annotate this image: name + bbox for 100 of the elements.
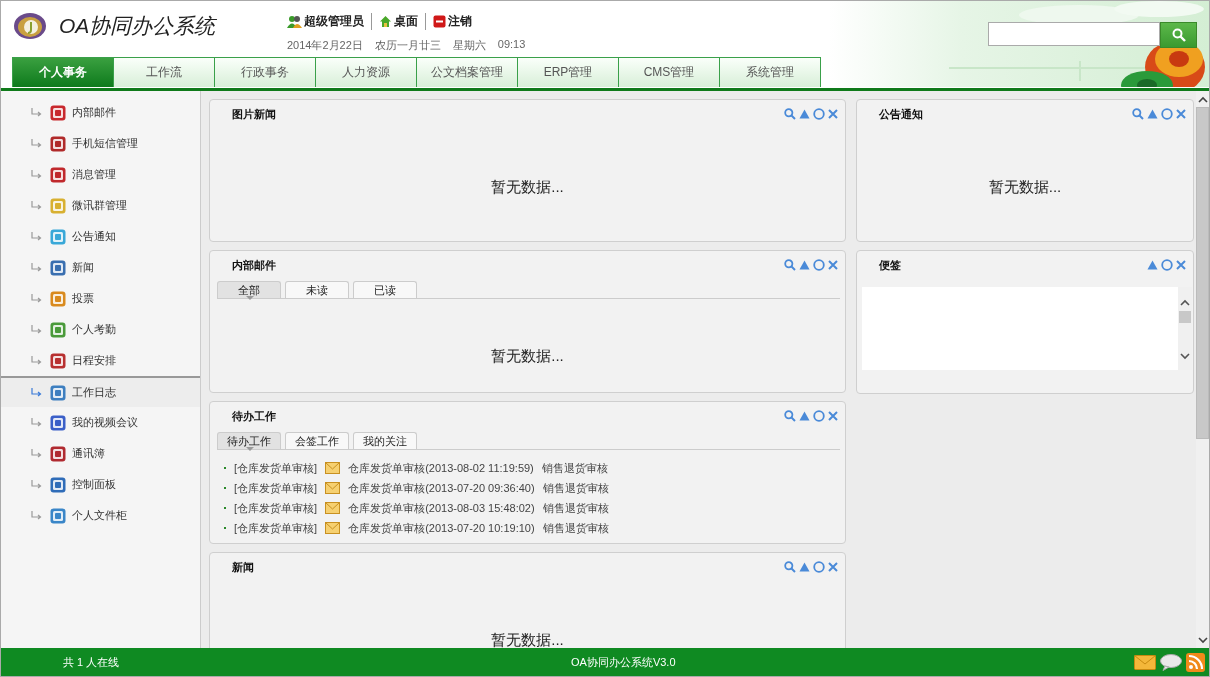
subject-link[interactable]: 仓库发货单审核(2013-08-03 15:48:02) bbox=[348, 500, 535, 516]
sidebar-item[interactable]: 我的视频会议 bbox=[1, 407, 200, 438]
panel-title: 公告通知 bbox=[879, 106, 923, 122]
search-icon[interactable] bbox=[784, 561, 796, 573]
sidebar-item[interactable]: 通讯簿 bbox=[1, 438, 200, 469]
date-text: 09:13 bbox=[497, 38, 526, 52]
scrollbar[interactable] bbox=[1196, 91, 1209, 648]
category-link[interactable]: [仓库发货单审核] bbox=[234, 460, 318, 476]
sidebar-item[interactable]: 内部邮件 bbox=[1, 97, 200, 128]
panel-tab[interactable]: 我的关注 bbox=[353, 432, 417, 449]
logout-link[interactable]: 注销 bbox=[425, 13, 479, 30]
search-icon[interactable] bbox=[784, 410, 796, 422]
circle-icon[interactable] bbox=[813, 561, 825, 573]
search-icon[interactable] bbox=[784, 259, 796, 271]
rss-icon[interactable] bbox=[1186, 652, 1205, 672]
circle-icon[interactable] bbox=[813, 108, 825, 120]
corner-arrow-icon bbox=[31, 263, 42, 272]
panel-title: 便签 bbox=[879, 257, 901, 273]
corner-arrow-icon bbox=[31, 201, 42, 210]
sidebar-item[interactable]: 个人文件柜 bbox=[1, 500, 200, 531]
panel-tab[interactable]: 会签工作 bbox=[285, 432, 349, 449]
close-icon[interactable] bbox=[828, 411, 838, 421]
empty-message: 暂无数据... bbox=[491, 178, 564, 197]
caret-up-icon[interactable] bbox=[1180, 299, 1190, 306]
panel-title: 内部邮件 bbox=[232, 257, 276, 273]
product-name: OA协同办公系统V3.0 bbox=[571, 654, 676, 670]
step-text: 销售退货审核 bbox=[542, 500, 609, 516]
nav-tab[interactable]: CMS管理 bbox=[618, 57, 720, 87]
nav-tab[interactable]: 系统管理 bbox=[719, 57, 821, 87]
subject-link[interactable]: 仓库发货单审核(2013-08-02 11:19:59) bbox=[348, 460, 534, 476]
sidebar-item[interactable]: 新闻 bbox=[1, 252, 200, 283]
empty-message: 暂无数据... bbox=[988, 178, 1062, 197]
close-icon[interactable] bbox=[828, 109, 838, 119]
sidebar-item[interactable]: 个人考勤 bbox=[1, 314, 200, 345]
corner-arrow-icon bbox=[31, 480, 42, 489]
collapse-icon[interactable] bbox=[799, 411, 810, 421]
corner-arrow-icon bbox=[31, 449, 42, 458]
search-button[interactable] bbox=[1160, 22, 1197, 48]
category-link[interactable]: [仓库发货单审核] bbox=[234, 520, 318, 536]
close-icon[interactable] bbox=[828, 562, 838, 572]
date-text: 2014年2月22日 bbox=[287, 38, 363, 53]
sidebar-item[interactable]: 日程安排 bbox=[1, 345, 200, 376]
search-icon[interactable] bbox=[1132, 108, 1144, 120]
sidebar-item[interactable]: 投票 bbox=[1, 283, 200, 314]
corner-arrow-icon bbox=[31, 294, 42, 303]
circle-icon[interactable] bbox=[1161, 108, 1173, 120]
scroll-thumb[interactable] bbox=[1179, 311, 1191, 323]
panel-title: 新闻 bbox=[232, 559, 254, 575]
subject-link[interactable]: 仓库发货单审核(2013-07-20 09:36:40) bbox=[348, 480, 535, 496]
nav-tab[interactable]: 人力资源 bbox=[315, 57, 417, 87]
close-icon[interactable] bbox=[828, 260, 838, 270]
sidebar-item[interactable]: 消息管理 bbox=[1, 159, 200, 190]
panel-tab[interactable]: 全部 bbox=[217, 281, 281, 298]
corner-arrow-icon bbox=[31, 232, 42, 241]
panel-title: 图片新闻 bbox=[232, 106, 276, 122]
sidebar-item[interactable]: 控制面板 bbox=[1, 469, 200, 500]
circle-icon[interactable] bbox=[1161, 259, 1173, 271]
collapse-icon[interactable] bbox=[1147, 109, 1158, 119]
sidebar-item[interactable]: 微讯群管理 bbox=[1, 190, 200, 221]
circle-icon[interactable] bbox=[813, 410, 825, 422]
caret-down-icon[interactable] bbox=[1180, 353, 1190, 360]
corner-arrow-icon bbox=[31, 418, 42, 427]
nav-tab[interactable]: 个人事务 bbox=[12, 57, 114, 87]
nav-tab[interactable]: 行政事务 bbox=[214, 57, 316, 87]
corner-arrow-icon bbox=[31, 388, 42, 397]
collapse-icon[interactable] bbox=[799, 562, 810, 572]
corner-arrow-icon bbox=[31, 356, 42, 365]
caret-down-icon[interactable] bbox=[1197, 636, 1208, 644]
close-icon[interactable] bbox=[1176, 260, 1186, 270]
sidebar-item[interactable]: 手机短信管理 bbox=[1, 128, 200, 159]
panel-title: 待办工作 bbox=[232, 408, 276, 424]
collapse-icon[interactable] bbox=[799, 260, 810, 270]
nav-tab[interactable]: ERP管理 bbox=[517, 57, 619, 87]
minus-icon bbox=[433, 15, 446, 28]
sidebar-item[interactable]: 工作日志 bbox=[1, 376, 200, 407]
panel-tab[interactable]: 已读 bbox=[353, 281, 417, 298]
search-field[interactable] bbox=[988, 22, 1160, 46]
close-icon[interactable] bbox=[1176, 109, 1186, 119]
desktop-link[interactable]: 桌面 bbox=[371, 13, 425, 30]
caret-up-icon[interactable] bbox=[1197, 95, 1208, 103]
logo-icon bbox=[13, 11, 47, 41]
nav-tab[interactable]: 工作流 bbox=[113, 57, 215, 87]
corner-arrow-icon bbox=[31, 139, 42, 148]
step-text: 销售退货审核 bbox=[541, 460, 608, 476]
search-icon[interactable] bbox=[784, 108, 796, 120]
collapse-icon[interactable] bbox=[799, 109, 810, 119]
collapse-icon[interactable] bbox=[1147, 260, 1158, 270]
corner-arrow-icon bbox=[31, 325, 42, 334]
empty-message: 暂无数据... bbox=[491, 347, 564, 366]
scroll-thumb[interactable] bbox=[1196, 107, 1209, 439]
note-field[interactable] bbox=[862, 287, 1192, 370]
category-link[interactable]: [仓库发货单审核] bbox=[234, 480, 318, 496]
category-link[interactable]: [仓库发货单审核] bbox=[234, 500, 318, 516]
user-link[interactable]: 超级管理员 bbox=[287, 13, 371, 30]
nav-tab[interactable]: 公文档案管理 bbox=[416, 57, 518, 87]
panel-tab[interactable]: 待办工作 bbox=[217, 432, 281, 449]
subject-link[interactable]: 仓库发货单审核(2013-07-20 10:19:10) bbox=[348, 520, 535, 536]
circle-icon[interactable] bbox=[813, 259, 825, 271]
panel-tab[interactable]: 未读 bbox=[285, 281, 349, 298]
sidebar-item[interactable]: 公告通知 bbox=[1, 221, 200, 252]
